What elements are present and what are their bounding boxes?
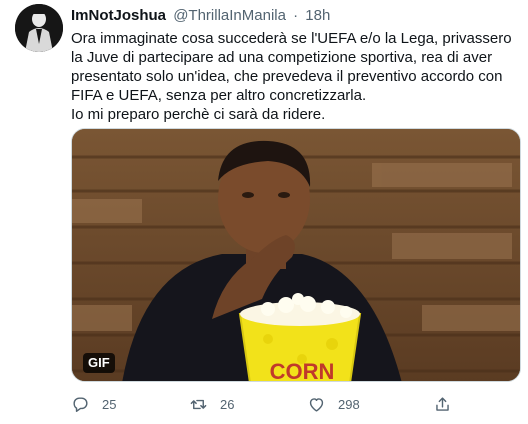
popcorn-label: CORN xyxy=(270,359,335,382)
reply-count: 25 xyxy=(102,396,117,412)
tweet-text: Ora immaginate cosa succederà se l'UEFA … xyxy=(71,29,519,124)
like-count: 298 xyxy=(338,396,360,412)
gif-badge: GIF xyxy=(83,353,115,373)
retweet-count: 26 xyxy=(220,396,235,412)
share-icon xyxy=(436,396,449,411)
reply-icon xyxy=(73,396,88,412)
tweet-text-paragraph: Ora immaginate cosa succederà se l'UEFA … xyxy=(71,30,512,104)
reply-button[interactable]: 25 xyxy=(71,393,116,415)
tweet[interactable]: ImNotJoshua @ThrillaInManila · 18h Ora i… xyxy=(0,0,528,424)
timestamp[interactable]: 18h xyxy=(305,7,330,24)
separator-dot: · xyxy=(293,7,299,24)
user-handle[interactable]: @ThrillaInManila xyxy=(173,7,286,24)
gif-frame: CORN xyxy=(72,129,520,382)
avatar[interactable] xyxy=(15,4,63,52)
gif-media[interactable]: CORN GIF xyxy=(71,128,521,382)
avatar-image xyxy=(15,4,63,52)
action-bar: 25 26 298 xyxy=(71,393,521,415)
retweet-button[interactable]: 26 xyxy=(189,393,234,415)
like-button[interactable]: 298 xyxy=(307,393,360,415)
tweet-text-paragraph: Io mi preparo perchè ci sarà da ridere. xyxy=(71,106,326,123)
display-name[interactable]: ImNotJoshua xyxy=(71,7,166,24)
tweet-header: ImNotJoshua @ThrillaInManila · 18h xyxy=(71,7,330,25)
like-icon xyxy=(309,397,324,412)
retweet-icon xyxy=(190,399,207,409)
share-button[interactable] xyxy=(433,393,452,415)
